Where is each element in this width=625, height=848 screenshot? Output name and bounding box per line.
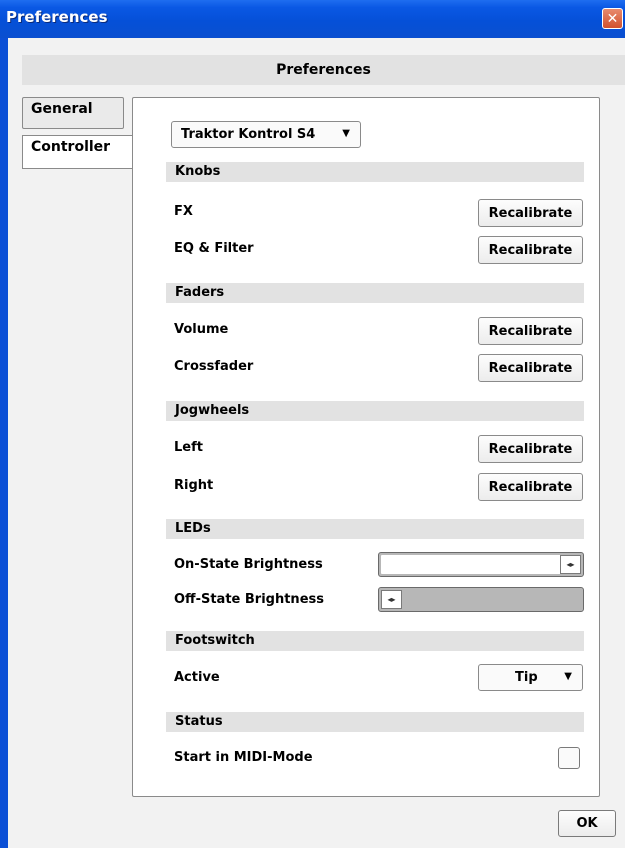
device-select[interactable]: Traktor Kontrol S4 ▼ xyxy=(171,121,361,148)
left-right-arrows-icon[interactable]: ◂▸ xyxy=(560,555,581,574)
recalibrate-fx-button[interactable]: Recalibrate xyxy=(478,199,583,227)
chevron-down-icon: ▼ xyxy=(342,128,350,139)
footswitch-active-value: Tip xyxy=(515,670,538,685)
eq-filter-label: EQ & Filter xyxy=(174,241,254,256)
right-label: Right xyxy=(174,478,214,493)
tab-general[interactable]: General xyxy=(22,97,124,129)
crossfader-label: Crossfader xyxy=(174,359,254,374)
fx-label: FX xyxy=(174,204,193,219)
tab-controller-label: Controller xyxy=(31,139,111,155)
tab-general-label: General xyxy=(31,101,93,117)
midi-mode-checkbox[interactable] xyxy=(558,747,580,769)
section-jogwheels: Jogwheels xyxy=(166,401,584,421)
close-button[interactable]: ✕ xyxy=(602,8,623,29)
on-state-brightness-slider[interactable]: ◂▸ xyxy=(378,552,584,577)
midi-mode-label: Start in MIDI-Mode xyxy=(174,750,313,765)
preferences-header: Preferences xyxy=(22,55,625,85)
recalibrate-volume-button[interactable]: Recalibrate xyxy=(478,317,583,345)
window-title: Preferences xyxy=(6,8,108,26)
window-frame xyxy=(0,38,8,848)
ok-button[interactable]: OK xyxy=(558,810,616,837)
left-label: Left xyxy=(174,440,203,455)
footswitch-active-label: Active xyxy=(174,670,220,685)
section-knobs: Knobs xyxy=(166,162,584,182)
section-status: Status xyxy=(166,712,584,732)
close-icon: ✕ xyxy=(606,10,619,27)
dialog-body: Preferences General Controller Traktor K… xyxy=(8,38,625,848)
on-state-brightness-label: On-State Brightness xyxy=(174,557,323,572)
volume-label: Volume xyxy=(174,322,229,337)
recalibrate-crossfader-button[interactable]: Recalibrate xyxy=(478,354,583,382)
section-faders: Faders xyxy=(166,283,584,303)
off-state-brightness-label: Off-State Brightness xyxy=(174,592,324,607)
footswitch-active-select[interactable]: Tip ▼ xyxy=(478,664,583,691)
recalibrate-left-button[interactable]: Recalibrate xyxy=(478,435,583,463)
chevron-down-icon: ▼ xyxy=(564,671,572,682)
recalibrate-right-button[interactable]: Recalibrate xyxy=(478,473,583,501)
title-bar: Preferences ✕ xyxy=(0,0,625,38)
section-leds: LEDs xyxy=(166,519,584,539)
header-title: Preferences xyxy=(276,62,371,78)
recalibrate-eq-button[interactable]: Recalibrate xyxy=(478,236,583,264)
tab-controller[interactable]: Controller xyxy=(22,135,134,169)
on-state-brightness-fill xyxy=(381,555,571,574)
off-state-brightness-slider[interactable]: ◂▸ xyxy=(378,587,584,612)
section-footswitch: Footswitch xyxy=(166,631,584,651)
controller-panel: Traktor Kontrol S4 ▼ Knobs FX Recalibrat… xyxy=(132,97,600,797)
ok-button-label: OK xyxy=(576,816,598,831)
left-right-arrows-icon[interactable]: ◂▸ xyxy=(381,590,402,609)
device-select-value: Traktor Kontrol S4 xyxy=(181,127,316,142)
